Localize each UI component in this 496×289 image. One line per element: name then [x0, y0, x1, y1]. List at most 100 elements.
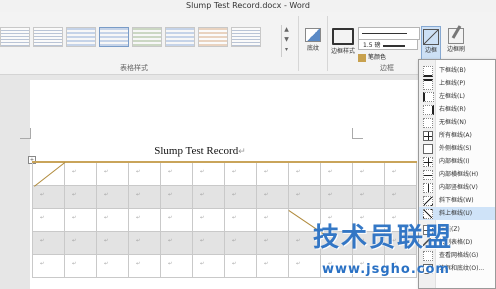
table-cell[interactable]: ↵: [128, 185, 161, 209]
menu-item-no-border[interactable]: 无框线(N): [419, 116, 495, 129]
table-cell[interactable]: ↵: [64, 185, 97, 209]
margin-mark-right: [352, 128, 363, 139]
table-style-4[interactable]: [99, 27, 129, 47]
table-cell[interactable]: ↵: [256, 254, 289, 278]
table-cell[interactable]: ↵: [64, 161, 97, 186]
right-border-icon: [423, 105, 434, 115]
menu-item-inside-vertical[interactable]: 内部竖框线(V): [419, 181, 495, 194]
table-cell[interactable]: ↵: [64, 231, 97, 255]
table-cell[interactable]: ↵: [224, 231, 257, 255]
table-cell[interactable]: ↵: [384, 161, 417, 186]
table-cell[interactable]: ↵: [32, 254, 65, 278]
table-style-6[interactable]: [165, 27, 195, 47]
table-cell[interactable]: ↵: [32, 231, 65, 255]
table-cell[interactable]: ↵: [64, 254, 97, 278]
border-styles-label: 边框样式: [330, 48, 355, 55]
menu-item-top-border[interactable]: 上框线(P): [419, 77, 495, 90]
borders-button-label: 边框: [424, 47, 437, 54]
top-border-icon: [423, 79, 433, 90]
table-style-5[interactable]: [132, 27, 162, 47]
table-cell[interactable]: ↵: [32, 185, 65, 209]
margin-mark-left: [20, 128, 31, 139]
table-styles-gallery: ▲ ▼ ▾: [0, 17, 300, 63]
pen-color-label: 笔颜色: [368, 54, 387, 61]
table-cell[interactable]: ↵: [352, 185, 385, 209]
shading-button[interactable]: 底纹: [302, 28, 324, 64]
table-style-7[interactable]: [198, 27, 228, 47]
table-cell[interactable]: ↵: [128, 254, 161, 278]
table-cell[interactable]: ↵: [256, 185, 289, 209]
table-cell[interactable]: ↵: [96, 208, 129, 232]
menu-item-right-border[interactable]: 右框线(R): [419, 103, 495, 116]
table-style-3[interactable]: [66, 27, 96, 47]
gallery-scroll[interactable]: ▲ ▼ ▾: [281, 25, 291, 57]
table-cell[interactable]: ↵: [320, 161, 353, 186]
table-row: ↵ ↵ ↵ ↵ ↵ ↵ ↵ ↵ ↵ ↵ ↵ ↵: [32, 185, 417, 209]
table-cell[interactable]: ↵: [256, 231, 289, 255]
table-cell[interactable]: ↵: [160, 161, 193, 186]
border-styles-icon: [332, 28, 354, 45]
table-cell[interactable]: ↵: [32, 208, 65, 232]
table-cell[interactable]: ↵: [96, 185, 129, 209]
table-cell[interactable]: ↵: [224, 208, 257, 232]
border-painter-icon: [448, 28, 464, 44]
table-style-1[interactable]: [0, 27, 30, 47]
table-cell[interactable]: ↵: [192, 231, 225, 255]
line-weight-value: 1.5 磅: [363, 42, 381, 49]
table-cell[interactable]: ↵: [160, 254, 193, 278]
table-style-2[interactable]: [33, 27, 63, 47]
paragraph-mark: ↵: [238, 146, 246, 156]
table-cell[interactable]: ↵: [192, 254, 225, 278]
table-cell[interactable]: ↵: [288, 161, 321, 186]
document-title[interactable]: Slump Test Record↵: [100, 145, 300, 157]
window-title: Slump Test Record.docx - Word: [186, 1, 310, 10]
table-style-8[interactable]: [231, 27, 261, 47]
inside-vertical-icon: [423, 183, 433, 193]
table-cell[interactable]: ↵: [64, 208, 97, 232]
table-cell[interactable]: ↵: [320, 185, 353, 209]
table-cell[interactable]: ↵: [160, 231, 193, 255]
title-bar: Slump Test Record.docx - Word: [0, 0, 496, 12]
all-borders-icon: [423, 131, 433, 141]
table-cell[interactable]: ↵: [128, 161, 161, 186]
table-cell[interactable]: ↵: [256, 208, 289, 232]
table-cell[interactable]: ↵: [384, 185, 417, 209]
border-styles-button[interactable]: 边框样式: [330, 28, 356, 64]
pen-color-icon: [358, 53, 366, 62]
table-cell[interactable]: ↵: [128, 208, 161, 232]
pen-color-button[interactable]: 笔颜色: [358, 52, 418, 63]
table-cell[interactable]: ↵: [96, 231, 129, 255]
table-cell[interactable]: ↵: [160, 185, 193, 209]
menu-item-inside-horizontal[interactable]: 内部横框线(H): [419, 168, 495, 181]
watermark-url: www.jsgho.com: [322, 262, 450, 277]
menu-item-bottom-border[interactable]: 下框线(B): [419, 64, 495, 77]
menu-item-left-border[interactable]: 左框线(L): [419, 90, 495, 103]
table-cell[interactable]: ↵: [160, 208, 193, 232]
menu-item-diagonal-down[interactable]: 斜下框线(W): [419, 194, 495, 207]
no-border-icon: [423, 118, 433, 128]
table-cell[interactable]: ↵: [224, 161, 257, 186]
table-cell[interactable]: ↵: [192, 161, 225, 186]
line-weight-dropdown[interactable]: 1.5 磅: [358, 39, 418, 50]
table-cell[interactable]: ↵: [224, 254, 257, 278]
borders-icon: [423, 29, 439, 45]
divider: [298, 16, 299, 71]
menu-item-outside-borders[interactable]: 外侧框线(S): [419, 142, 495, 155]
inside-horizontal-icon: [423, 170, 433, 180]
table-cell[interactable]: ↵: [96, 254, 129, 278]
table-cell[interactable]: ↵: [192, 185, 225, 209]
borders-group-label: 边框: [380, 64, 394, 72]
table-cell[interactable]: ↵: [288, 185, 321, 209]
menu-item-all-borders[interactable]: 所有框线(A): [419, 129, 495, 142]
document-title-text: Slump Test Record: [154, 145, 239, 157]
table-cell[interactable]: ↵: [256, 161, 289, 186]
table-cell[interactable]: ↵: [352, 161, 385, 186]
menu-item-inside-borders[interactable]: 内部框线(I): [419, 155, 495, 168]
table-cell[interactable]: ↵: [96, 161, 129, 186]
table-cell[interactable]: ↵: [224, 185, 257, 209]
table-row: ↵ ↵ ↵ ↵ ↵ ↵ ↵ ↵ ↵ ↵ ↵: [32, 161, 417, 186]
table-cell[interactable]: ↵: [192, 208, 225, 232]
left-border-icon: [423, 92, 434, 102]
table-cell[interactable]: ↵: [128, 231, 161, 255]
divider: [327, 16, 328, 71]
